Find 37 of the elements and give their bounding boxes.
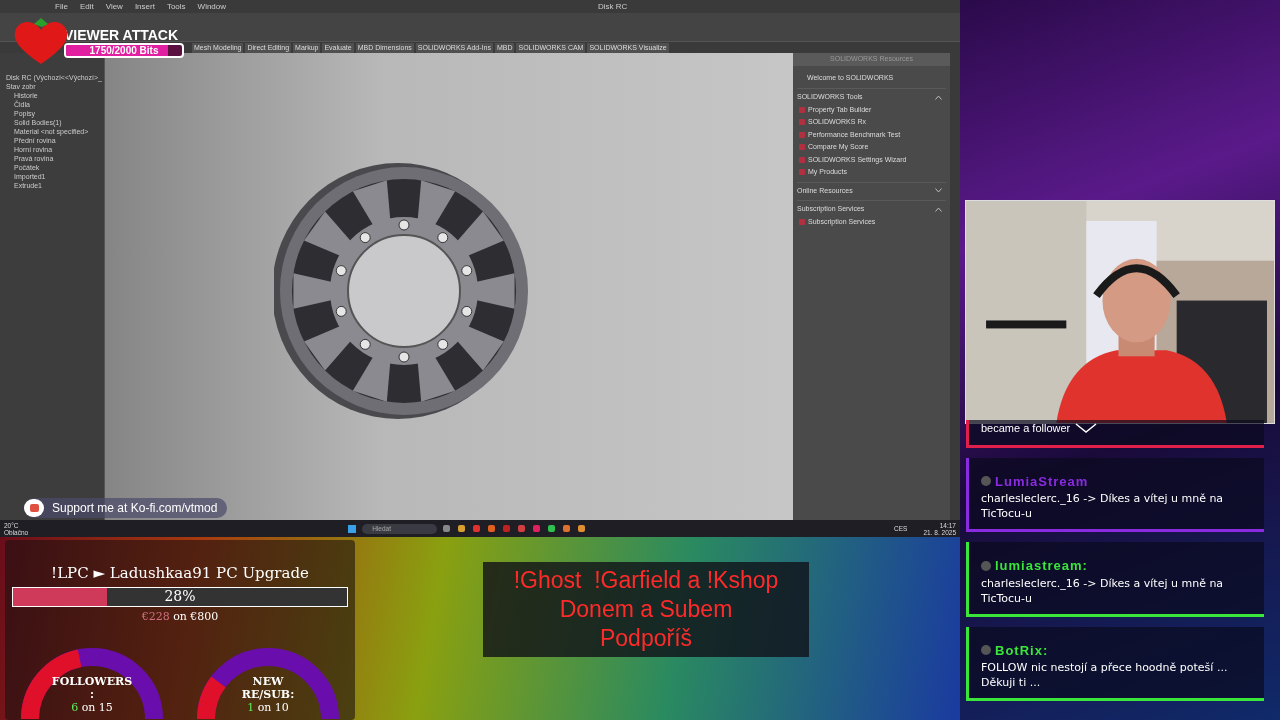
start-icon[interactable] (348, 524, 357, 533)
badge-icon (981, 645, 991, 656)
chevron-icon[interactable] (935, 188, 942, 194)
gauge-count: 1 on 10 (247, 701, 289, 714)
menu-item[interactable]: Insert (134, 0, 155, 13)
chat-text: became a follower (981, 421, 1071, 436)
menu-item[interactable]: File (55, 0, 68, 13)
goal-amount: €228 on €800 (141, 608, 219, 625)
tool-icon (799, 218, 805, 225)
menu-item[interactable]: View (105, 0, 123, 13)
chat-text: FOLLOW nic nestojí a přece hoodně poteší ... Děkuji ti ... (981, 660, 1229, 690)
gauge-label: RE/SUB: (241, 688, 295, 701)
gauge-label: : (89, 688, 95, 701)
commands-text: !Ghost !Garfield a !Kshop (513, 566, 779, 595)
goal-percent: 28% (164, 587, 196, 606)
gauge-label: NEW (252, 675, 284, 688)
chat-text: charlesleclerc._16 -> Díkes a vítej u mně na TicTocu-u (981, 491, 1225, 521)
gauge-label: FOLLOWERS (51, 675, 133, 688)
chat-text: charlesleclerc._16 -> Díkes a vítej u mně na TicTocu-u (981, 575, 1225, 606)
commands-text: Donem a Subem (559, 595, 733, 624)
viewer-attack-title: VIEWER ATTACK (64, 26, 180, 43)
chevron-icon[interactable] (935, 94, 942, 100)
commands-text: Podpoříš (599, 624, 693, 653)
badge-icon (981, 476, 991, 487)
bits-count: 1750/2000 Bits (89, 44, 159, 56)
goal-title: !LPC ► Ladushkaa91 PC Upgrade (51, 563, 309, 584)
gauge-count: 6 on 15 (71, 701, 113, 714)
chevron-icon[interactable] (935, 206, 942, 212)
menu-item[interactable]: Edit (79, 0, 94, 13)
menu-item[interactable]: Window (197, 0, 227, 13)
menu-item[interactable]: Tools (166, 0, 186, 13)
window-title: Disk RC (598, 0, 628, 13)
chat-username: lumiastream: (995, 557, 1088, 575)
badge-icon (981, 560, 991, 571)
chat-username: LumiaStream (995, 472, 1089, 491)
chat-username: BotRix: (995, 641, 1049, 660)
kofi-text: Support me at Ko-fi.com/vtmod (52, 500, 218, 517)
